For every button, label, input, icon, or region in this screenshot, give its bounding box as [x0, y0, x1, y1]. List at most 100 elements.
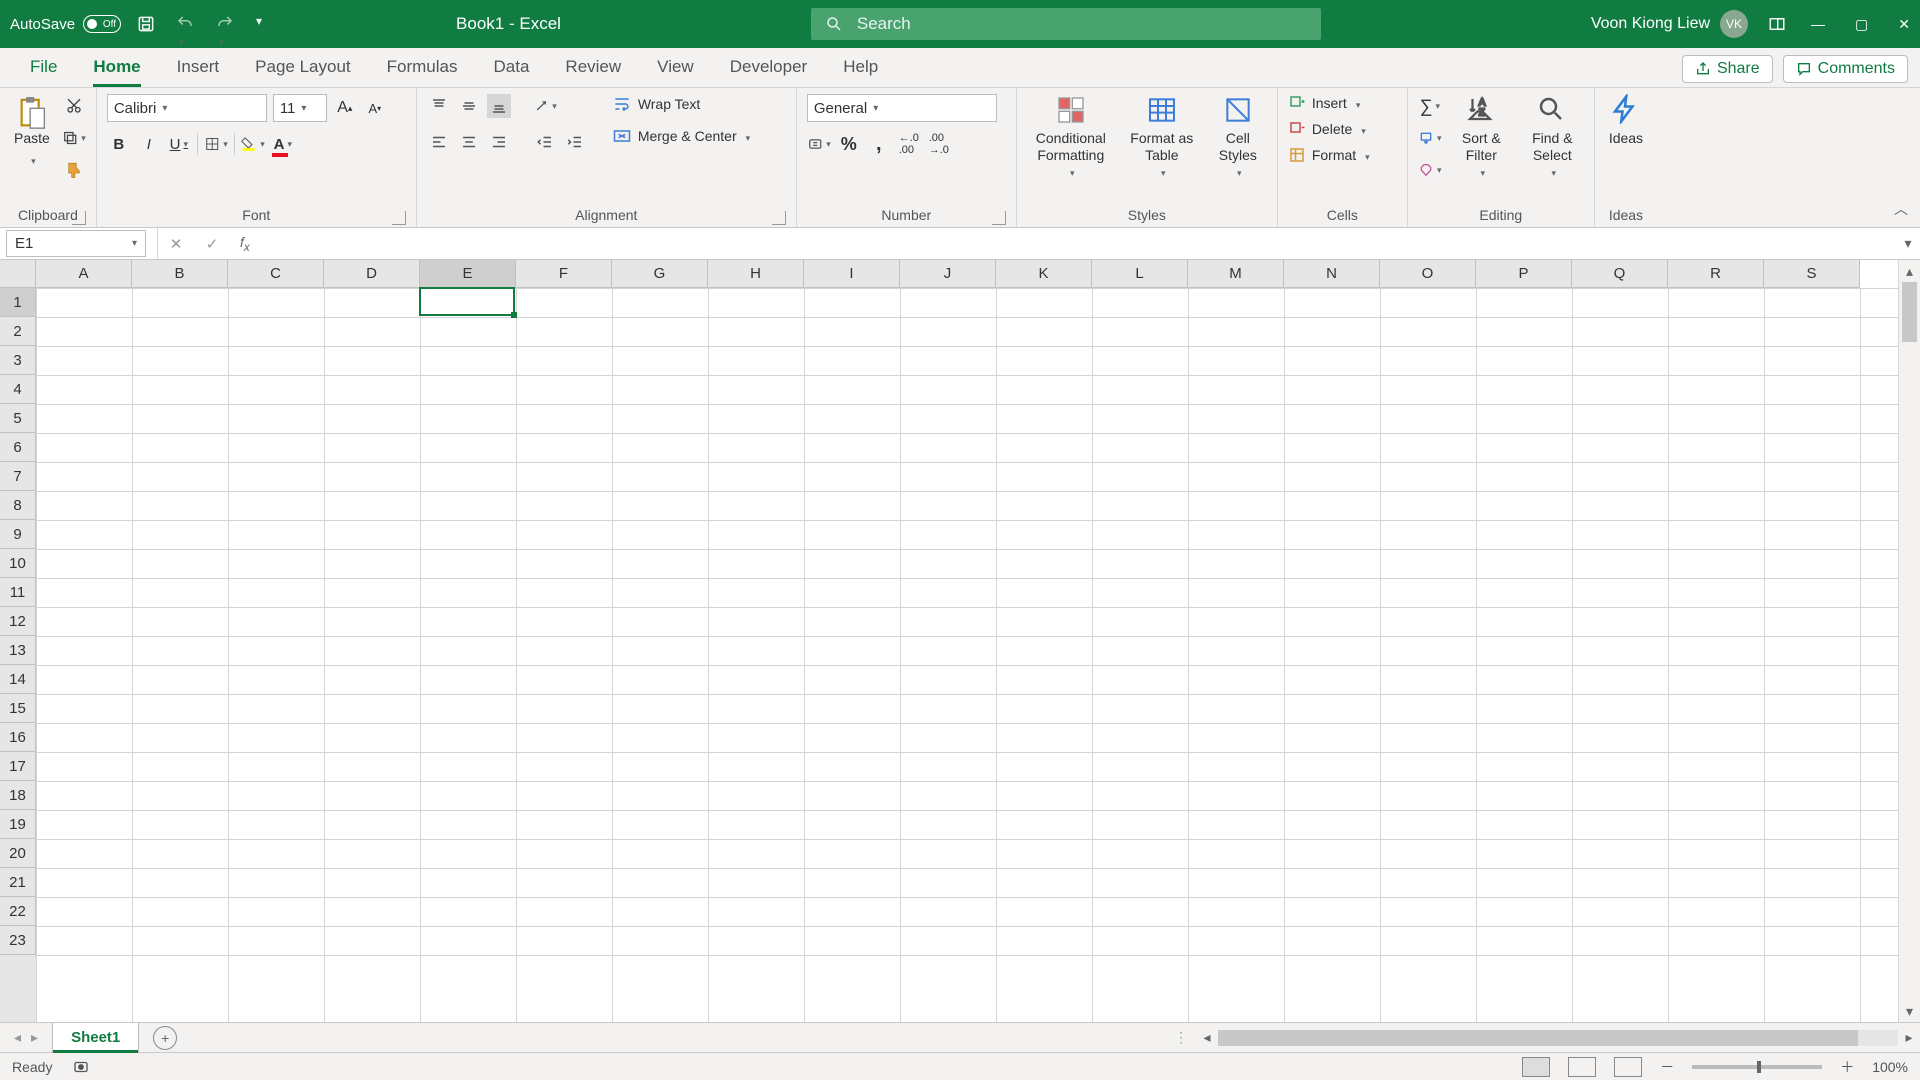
column-header[interactable]: E [420, 260, 516, 288]
format-painter-icon[interactable] [62, 158, 86, 182]
insert-function-icon[interactable]: fx [240, 234, 250, 254]
row-header[interactable]: 4 [0, 375, 36, 404]
delete-dropdown[interactable] [1358, 121, 1366, 137]
align-top-icon[interactable] [427, 94, 451, 118]
tab-review[interactable]: Review [547, 47, 639, 87]
orientation-icon[interactable] [533, 94, 557, 118]
underline-button[interactable]: U [167, 132, 191, 156]
row-header[interactable]: 17 [0, 752, 36, 781]
format-cells-button[interactable]: Format [1288, 146, 1370, 164]
hscroll-thumb[interactable] [1218, 1030, 1858, 1046]
clipboard-launcher[interactable] [72, 211, 86, 225]
row-header[interactable]: 21 [0, 868, 36, 897]
ideas-button[interactable]: Ideas [1605, 94, 1647, 147]
comments-button[interactable]: Comments [1783, 55, 1908, 83]
save-icon[interactable] [136, 14, 156, 34]
row-header[interactable]: 19 [0, 810, 36, 839]
comma-style-icon[interactable]: , [867, 132, 891, 156]
merge-dropdown[interactable] [743, 128, 751, 144]
tab-view[interactable]: View [639, 47, 712, 87]
macro-record-icon[interactable] [72, 1058, 90, 1076]
row-header[interactable]: 1 [0, 288, 36, 317]
column-header[interactable]: H [708, 260, 804, 288]
cells-area[interactable] [36, 288, 1898, 1022]
format-dropdown[interactable] [1362, 147, 1370, 163]
row-header[interactable]: 6 [0, 433, 36, 462]
row-header[interactable]: 15 [0, 694, 36, 723]
alignment-launcher[interactable] [772, 211, 786, 225]
row-header[interactable]: 8 [0, 491, 36, 520]
decrease-font-icon[interactable]: A▾ [363, 96, 387, 120]
row-header[interactable]: 2 [0, 317, 36, 346]
column-header[interactable]: I [804, 260, 900, 288]
tab-home[interactable]: Home [75, 47, 158, 87]
close-button[interactable]: ✕ [1898, 16, 1910, 33]
vertical-scrollbar[interactable]: ▴ ▾ [1898, 260, 1920, 1022]
decrease-indent-icon[interactable] [533, 130, 557, 154]
column-header[interactable]: N [1284, 260, 1380, 288]
conditional-formatting-button[interactable]: Conditional Formatting [1027, 94, 1115, 178]
expand-formula-bar-icon[interactable]: ▾ [1896, 235, 1920, 252]
row-header[interactable]: 7 [0, 462, 36, 491]
share-button[interactable]: Share [1682, 55, 1773, 83]
new-sheet-button[interactable]: + [153, 1026, 177, 1050]
normal-view-button[interactable] [1522, 1057, 1550, 1077]
increase-indent-icon[interactable] [563, 130, 587, 154]
column-header[interactable]: R [1668, 260, 1764, 288]
column-header[interactable]: G [612, 260, 708, 288]
fill-color-icon[interactable] [241, 132, 265, 156]
column-header[interactable]: S [1764, 260, 1860, 288]
row-header[interactable]: 20 [0, 839, 36, 868]
row-header[interactable]: 22 [0, 897, 36, 926]
wrap-text-button[interactable]: Wrap Text [612, 94, 750, 114]
tab-help[interactable]: Help [825, 47, 896, 87]
horizontal-scrollbar[interactable]: ⋮ ◂ ▸ [1174, 1023, 1920, 1052]
borders-icon[interactable] [204, 132, 228, 156]
row-header[interactable]: 23 [0, 926, 36, 955]
zoom-out-button[interactable]: － [1660, 1057, 1674, 1077]
tab-insert[interactable]: Insert [159, 47, 238, 87]
column-header[interactable]: P [1476, 260, 1572, 288]
column-header[interactable]: L [1092, 260, 1188, 288]
align-right-icon[interactable] [487, 130, 511, 154]
row-header[interactable]: 11 [0, 578, 36, 607]
tab-data[interactable]: Data [476, 47, 548, 87]
row-header[interactable]: 16 [0, 723, 36, 752]
zoom-in-button[interactable]: ＋ [1840, 1057, 1854, 1077]
ribbon-display-options-icon[interactable] [1768, 15, 1786, 33]
number-format-combo[interactable]: General [807, 94, 997, 122]
vscroll-thumb[interactable] [1902, 282, 1917, 342]
autosave-switch[interactable]: Off [83, 15, 121, 33]
zoom-slider[interactable] [1692, 1065, 1822, 1069]
insert-dropdown[interactable] [1353, 95, 1361, 111]
maximize-button[interactable]: ▢ [1855, 16, 1868, 33]
bold-button[interactable]: B [107, 132, 131, 156]
scroll-down-icon[interactable]: ▾ [1899, 1000, 1920, 1022]
active-cell[interactable] [419, 287, 515, 316]
paste-button[interactable]: Paste [10, 94, 54, 168]
column-header[interactable]: F [516, 260, 612, 288]
row-header[interactable]: 13 [0, 636, 36, 665]
tab-page-layout[interactable]: Page Layout [237, 47, 368, 87]
cut-icon[interactable] [62, 94, 86, 118]
column-header[interactable]: M [1188, 260, 1284, 288]
scroll-right-icon[interactable]: ▸ [1898, 1029, 1920, 1046]
delete-cells-button[interactable]: Delete [1288, 120, 1366, 138]
clear-icon[interactable] [1418, 158, 1442, 182]
align-bottom-icon[interactable] [487, 94, 511, 118]
collapse-ribbon-icon[interactable]: ︿ [1894, 199, 1908, 219]
find-select-button[interactable]: Find & Select [1521, 94, 1584, 178]
align-middle-icon[interactable] [457, 94, 481, 118]
scroll-up-icon[interactable]: ▴ [1899, 260, 1920, 282]
undo-icon[interactable] [176, 14, 196, 34]
column-header[interactable]: K [996, 260, 1092, 288]
sort-filter-button[interactable]: AZ Sort & Filter [1450, 94, 1513, 178]
autosave-toggle[interactable]: AutoSave Off [10, 15, 121, 33]
name-box[interactable]: E1 ▾ [6, 230, 146, 257]
tab-file[interactable]: File [12, 47, 75, 87]
column-header[interactable]: J [900, 260, 996, 288]
column-header[interactable]: Q [1572, 260, 1668, 288]
paste-dropdown[interactable] [28, 151, 36, 168]
sheet-nav-next-icon[interactable]: ▸ [31, 1029, 38, 1046]
enter-formula-icon[interactable]: ✓ [194, 235, 230, 253]
